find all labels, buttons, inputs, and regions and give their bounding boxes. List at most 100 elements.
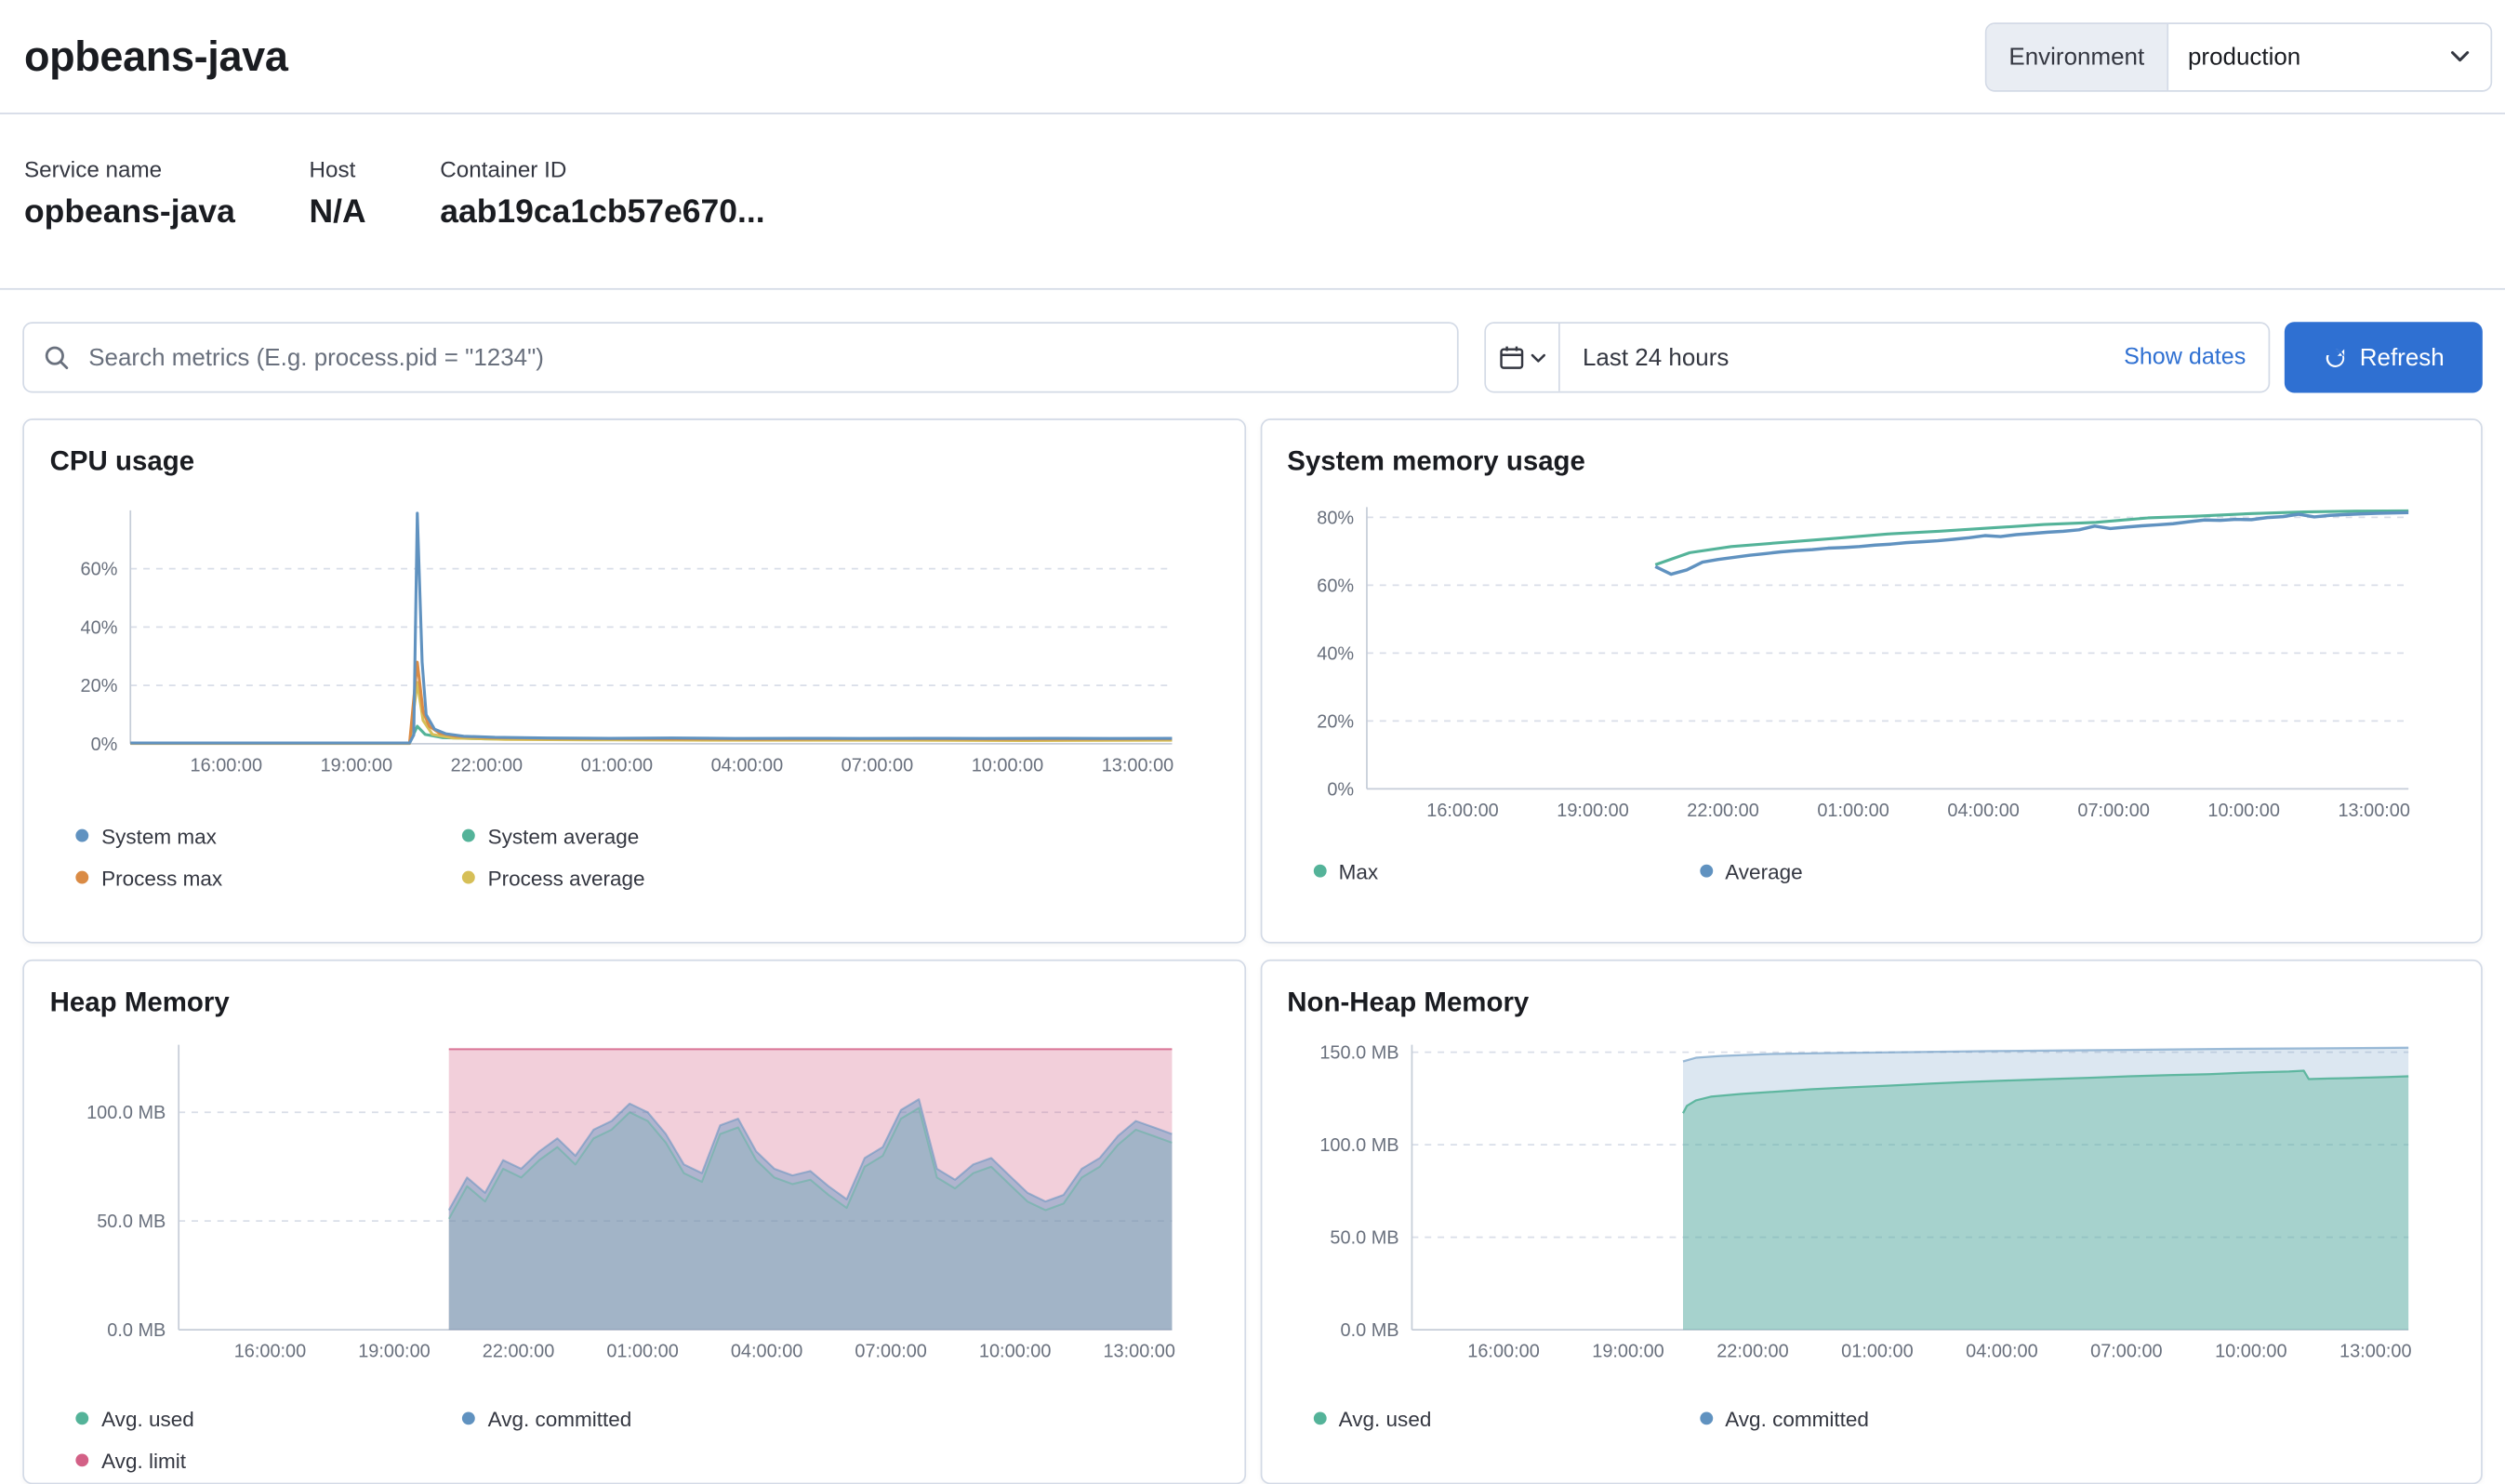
system-memory-legend: Max Average [1287, 850, 2455, 892]
cpu-usage-title: CPU usage [50, 446, 1218, 479]
legend-dot [1313, 865, 1326, 878]
legend-dot [75, 1411, 88, 1424]
legend-item[interactable]: Avg. limit [75, 1439, 462, 1481]
service-name-label: Service name [24, 156, 235, 182]
nonheap-memory-legend: Avg. used Avg. committed [1287, 1398, 2455, 1439]
service-name-value: opbeans-java [24, 193, 235, 232]
svg-text:04:00:00: 04:00:00 [1965, 1342, 2037, 1362]
legend-item[interactable]: Process max [75, 856, 462, 898]
svg-text:01:00:00: 01:00:00 [606, 1342, 679, 1362]
date-range-text[interactable]: Last 24 hours [1583, 344, 1729, 371]
search-metrics-box [22, 322, 1458, 392]
legend-item[interactable]: System max [75, 815, 462, 856]
environment-select[interactable]: production [2168, 23, 2490, 89]
chart-svg: 0.0 MB50.0 MB100.0 MB150.0 MB16:00:0019:… [1287, 1041, 2455, 1370]
legend-item[interactable]: Avg. used [1313, 1398, 1700, 1439]
service-info-bar: Service name opbeans-java Host N/A Conta… [0, 114, 2505, 290]
nonheap-memory-chart[interactable]: 0.0 MB50.0 MB100.0 MB150.0 MB16:00:0019:… [1287, 1041, 2455, 1378]
panel-system-memory: System memory usage 0%20%40%60%80%16:00:… [1260, 418, 2483, 943]
system-memory-chart[interactable]: 0%20%40%60%80%16:00:0019:00:0022:00:0001… [1287, 500, 2455, 830]
svg-text:60%: 60% [1316, 576, 1353, 596]
chart-svg: 0.0 MB50.0 MB100.0 MB16:00:0019:00:0022:… [50, 1041, 1218, 1370]
refresh-button[interactable]: Refresh [2285, 322, 2483, 392]
legend-item[interactable]: Process average [462, 856, 849, 898]
page-title: opbeans-java [24, 32, 288, 82]
cpu-usage-legend: System max System averageProcess max Proce… [50, 815, 1218, 898]
system-memory-title: System memory usage [1287, 446, 2455, 479]
svg-text:0.0 MB: 0.0 MB [1340, 1320, 1398, 1341]
refresh-label: Refresh [2360, 344, 2445, 371]
legend-label: Avg. used [1339, 1406, 1432, 1430]
svg-text:16:00:00: 16:00:00 [1466, 1342, 1539, 1362]
calendar-button[interactable] [1486, 324, 1560, 391]
legend-dot [1313, 1411, 1326, 1424]
legend-item[interactable]: Max [1313, 850, 1700, 892]
chart-svg: 0%20%40%60%16:00:0019:00:0022:00:0001:00… [50, 500, 1218, 787]
container-id-value: aab19ca1cb57e670... [440, 193, 764, 232]
show-dates-link[interactable]: Show dates [2124, 345, 2246, 371]
chart-svg: 0%20%40%60%80%16:00:0019:00:0022:00:0001… [1287, 500, 2455, 822]
heap-memory-legend: Avg. used Avg. committed Avg. limit [50, 1398, 1218, 1481]
svg-text:01:00:00: 01:00:00 [1840, 1342, 1912, 1362]
date-range-display: Last 24 hours Show dates [1560, 324, 2269, 391]
metrics-toolbar: Last 24 hours Show dates Refresh [22, 322, 2483, 392]
heap-memory-title: Heap Memory [50, 987, 1218, 1019]
nonheap-memory-title: Non-Heap Memory [1287, 987, 2455, 1019]
legend-item[interactable]: System average [462, 815, 849, 856]
legend-item[interactable]: Avg. committed [1699, 1398, 2086, 1439]
page-header: opbeans-java Environment production [0, 0, 2505, 114]
svg-text:50.0 MB: 50.0 MB [97, 1212, 166, 1232]
legend-item[interactable]: Avg. committed [462, 1398, 849, 1439]
refresh-icon [2323, 345, 2347, 369]
legend-dot [462, 1411, 475, 1424]
svg-text:10:00:00: 10:00:00 [2214, 1342, 2286, 1362]
svg-text:19:00:00: 19:00:00 [321, 755, 393, 775]
heap-memory-chart[interactable]: 0.0 MB50.0 MB100.0 MB16:00:0019:00:0022:… [50, 1041, 1218, 1378]
svg-text:22:00:00: 22:00:00 [1716, 1342, 1788, 1362]
legend-label: Process average [488, 866, 645, 890]
svg-text:20%: 20% [81, 676, 118, 696]
svg-text:16:00:00: 16:00:00 [1425, 801, 1498, 821]
apm-metrics-page: opbeans-java Environment production Serv… [0, 0, 2505, 1484]
legend-item[interactable]: Avg. used [75, 1398, 462, 1439]
svg-text:07:00:00: 07:00:00 [855, 1342, 927, 1362]
legend-dot [1699, 1411, 1712, 1424]
svg-text:13:00:00: 13:00:00 [2338, 801, 2410, 821]
svg-text:01:00:00: 01:00:00 [1816, 801, 1889, 821]
svg-text:100.0 MB: 100.0 MB [1319, 1135, 1398, 1156]
container-id-stat: Container ID aab19ca1cb57e670... [440, 156, 764, 288]
host-value: N/A [309, 193, 365, 232]
svg-text:04:00:00: 04:00:00 [1947, 801, 2020, 821]
search-icon [44, 345, 70, 371]
svg-text:80%: 80% [1316, 508, 1353, 528]
cpu-usage-chart[interactable]: 0%20%40%60%16:00:0019:00:0022:00:0001:00… [50, 500, 1218, 795]
legend-dot [462, 829, 475, 842]
svg-text:10:00:00: 10:00:00 [2207, 801, 2280, 821]
legend-label: Max [1339, 859, 1379, 883]
legend-label: Average [1725, 859, 1802, 883]
legend-item[interactable]: Average [1699, 850, 2086, 892]
search-metrics-input[interactable] [86, 342, 1438, 373]
legend-dot [75, 1453, 88, 1466]
svg-text:19:00:00: 19:00:00 [1556, 801, 1627, 821]
svg-text:150.0 MB: 150.0 MB [1319, 1043, 1398, 1064]
svg-text:22:00:00: 22:00:00 [483, 1342, 555, 1362]
svg-text:40%: 40% [1316, 643, 1353, 664]
chevron-down-icon [1529, 349, 1546, 366]
svg-text:10:00:00: 10:00:00 [972, 755, 1044, 775]
legend-label: Avg. committed [488, 1406, 632, 1430]
svg-text:0.0 MB: 0.0 MB [107, 1320, 166, 1341]
legend-dot [75, 829, 88, 842]
svg-text:0%: 0% [1326, 779, 1353, 800]
svg-text:04:00:00: 04:00:00 [731, 1342, 803, 1362]
panel-nonheap-memory: Non-Heap Memory 0.0 MB 50.0 MB 100.0 MB 150… [1260, 960, 2483, 1484]
svg-text:0%: 0% [91, 735, 118, 755]
legend-label: System max [101, 824, 217, 848]
svg-text:01:00:00: 01:00:00 [581, 755, 654, 775]
legend-label: Avg. limit [101, 1448, 186, 1472]
svg-text:50.0 MB: 50.0 MB [1330, 1228, 1398, 1249]
panel-heap-memory: Heap Memory 0.0 MB50.0 MB100.0 MB16:00:0… [22, 960, 1245, 1484]
host-label: Host [309, 156, 365, 182]
svg-text:07:00:00: 07:00:00 [2089, 1342, 2162, 1362]
svg-text:16:00:00: 16:00:00 [234, 1342, 306, 1362]
